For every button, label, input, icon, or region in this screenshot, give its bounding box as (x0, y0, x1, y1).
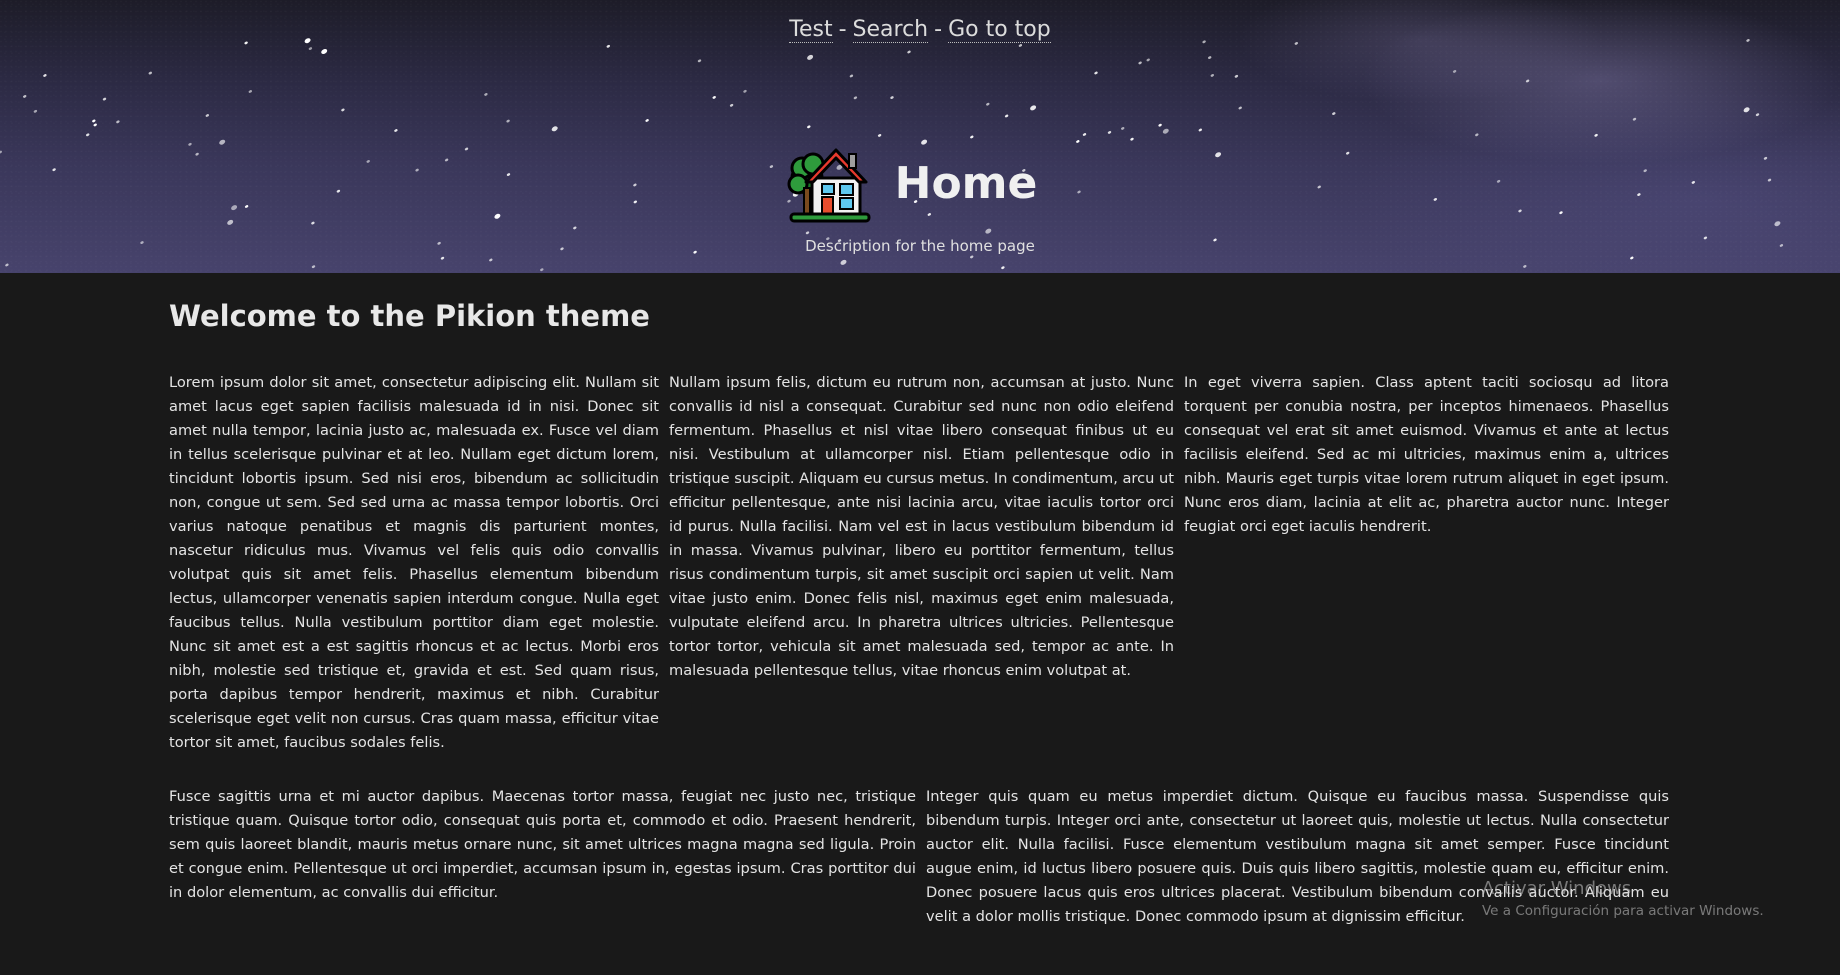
watermark-subtitle: Ve a Configuración para activar Windows. (1482, 903, 1764, 919)
main-content: Welcome to the Pikion theme Lorem ipsum … (169, 273, 1669, 929)
star (1107, 131, 1112, 134)
top-navigation: Test - Search - Go to top (0, 17, 1840, 43)
watermark-title: Activar Windows (1482, 878, 1632, 899)
star (311, 265, 316, 269)
star (970, 135, 974, 139)
star (1198, 128, 1202, 132)
star (248, 90, 252, 93)
header-banner: Test - Search - Go to top Home Descripti… (0, 0, 1840, 273)
star (743, 89, 747, 93)
paragraph-row-2: Fusce sagittis urna et mi auctor dapibus… (169, 785, 1669, 929)
star (540, 268, 544, 272)
star (440, 256, 445, 260)
page-description: Description for the home page (805, 237, 1035, 255)
page-title: Home (894, 157, 1038, 209)
house-with-garden-icon (787, 148, 871, 223)
star (1234, 74, 1239, 78)
star (394, 129, 398, 132)
star (484, 93, 488, 96)
star (1162, 128, 1169, 134)
star (1523, 265, 1527, 268)
nav-link-search[interactable]: Search (852, 17, 929, 43)
star (1018, 44, 1023, 47)
star (807, 54, 814, 60)
star (877, 134, 882, 137)
star (43, 74, 47, 77)
star (5, 263, 9, 267)
star (606, 44, 610, 48)
star (1082, 133, 1087, 136)
star (712, 96, 716, 99)
star (849, 74, 854, 78)
nav-link-test[interactable]: Test (789, 17, 833, 43)
star (1121, 127, 1125, 130)
title-row: Home (0, 140, 1840, 226)
star (1138, 61, 1142, 65)
star (1146, 58, 1150, 62)
star (1208, 56, 1212, 59)
star (321, 49, 328, 54)
star (1158, 123, 1162, 127)
star (697, 59, 702, 63)
star (1001, 266, 1005, 270)
star (890, 96, 894, 99)
star (1594, 133, 1598, 137)
star (1094, 71, 1098, 75)
star (1332, 112, 1336, 115)
star (1294, 42, 1298, 45)
star (148, 71, 152, 75)
star (92, 119, 96, 123)
star (1210, 74, 1214, 77)
star (729, 103, 734, 107)
star (1743, 107, 1750, 113)
star (853, 96, 858, 100)
star (645, 119, 649, 122)
nav-link-go-to-top[interactable]: Go to top (948, 17, 1051, 43)
paragraph: In eget viverra sapien. Class aptent tac… (1184, 374, 1669, 535)
star (93, 123, 97, 127)
star (1755, 113, 1760, 117)
star (1004, 114, 1009, 118)
star (1630, 256, 1634, 260)
paragraph: Nullam ipsum felis, dictum eu rutrum non… (669, 374, 1174, 679)
star (489, 258, 493, 262)
star (1238, 106, 1242, 110)
star (341, 108, 345, 112)
star (33, 109, 38, 113)
star (907, 50, 911, 54)
paragraph: Fusce sagittis urna et mi auctor dapibus… (169, 788, 916, 901)
star (506, 119, 510, 123)
section-heading: Welcome to the Pikion theme (169, 299, 650, 333)
star (551, 126, 558, 132)
star (1030, 105, 1037, 111)
star (1525, 79, 1530, 83)
nav-separator: - (838, 17, 847, 42)
star (116, 120, 120, 124)
star (985, 228, 992, 234)
paragraph-row-1: Lorem ipsum dolor sit amet, consectetur … (169, 371, 1669, 755)
star (86, 133, 90, 137)
star (807, 125, 811, 129)
star (970, 255, 974, 259)
paragraph: Lorem ipsum dolor sit amet, consectetur … (169, 374, 659, 751)
star (840, 259, 847, 265)
nav-separator: - (934, 17, 943, 42)
star (23, 95, 27, 98)
star (205, 114, 209, 117)
star (102, 97, 107, 101)
star (573, 226, 577, 230)
star (1452, 70, 1457, 73)
star (1475, 133, 1479, 137)
star (805, 231, 810, 235)
star (308, 47, 313, 50)
windows-activation-watermark: Activar Windows Ve a Configuración para … (1482, 878, 1764, 919)
star (1632, 117, 1637, 121)
star (986, 102, 990, 106)
